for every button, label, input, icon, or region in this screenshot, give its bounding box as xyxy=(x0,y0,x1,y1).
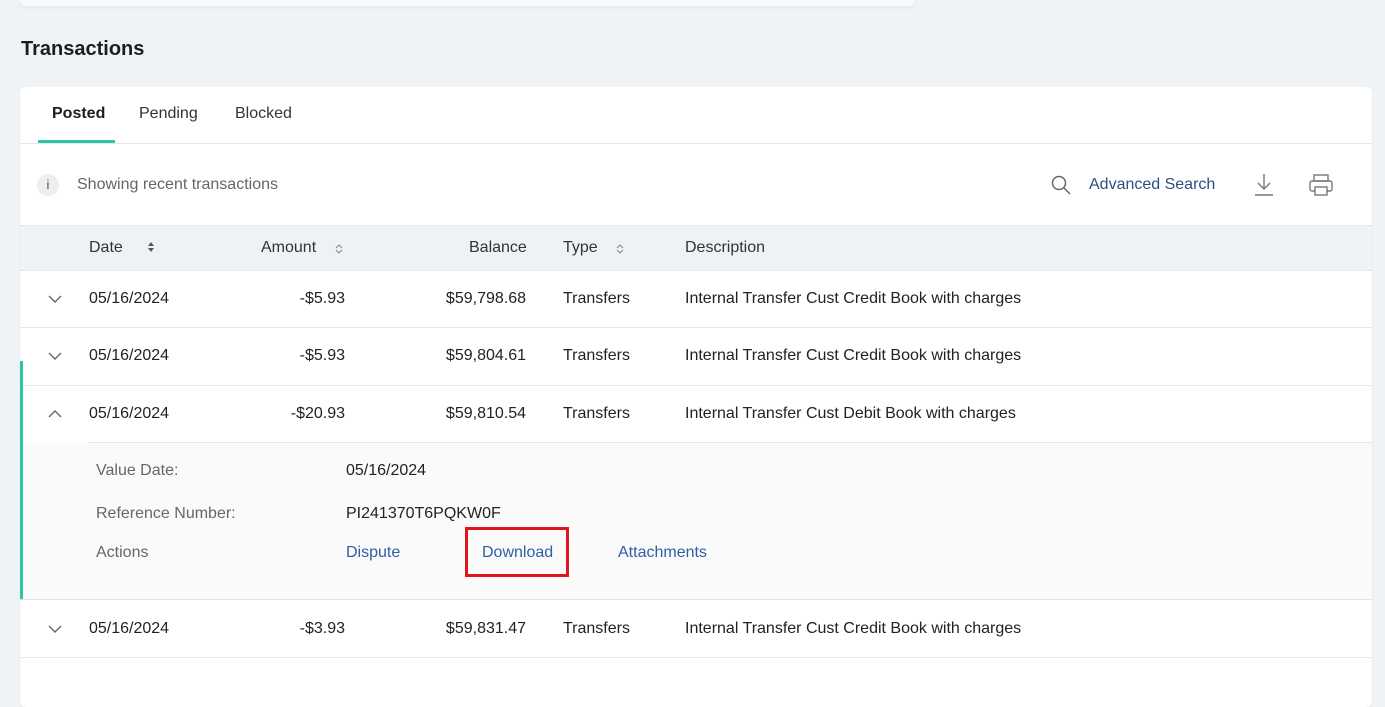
table-row[interactable]: 05/16/2024 -$5.93 $59,798.68 Transfers I… xyxy=(20,270,1372,328)
cell-type: Transfers xyxy=(563,620,630,637)
download-highlight-box xyxy=(465,527,569,577)
cell-description: Internal Transfer Cust Debit Book with c… xyxy=(685,405,1016,422)
search-icon[interactable] xyxy=(1050,174,1072,196)
tab-posted[interactable]: Posted xyxy=(52,105,105,123)
print-icon[interactable] xyxy=(1308,173,1334,197)
previous-card-edge xyxy=(20,0,915,6)
column-header-description: Description xyxy=(685,239,766,256)
transaction-tabs: Posted Pending Blocked xyxy=(20,87,1372,144)
chevron-down-icon[interactable] xyxy=(48,624,62,634)
cell-description: Internal Transfer Cust Credit Book with … xyxy=(685,290,1022,307)
cell-date: 05/16/2024 xyxy=(89,290,170,307)
cell-date: 05/16/2024 xyxy=(89,347,170,364)
column-header-amount[interactable]: Amount xyxy=(261,239,316,257)
transactions-card: Posted Pending Blocked i Showing recent … xyxy=(20,87,1372,707)
cell-amount: -$3.93 xyxy=(299,620,345,637)
chevron-up-icon[interactable] xyxy=(48,409,62,419)
cell-date: 05/16/2024 xyxy=(89,405,170,422)
attachments-link[interactable]: Attachments xyxy=(618,544,707,562)
value-date-label: Value Date: xyxy=(96,462,179,479)
info-bar: i Showing recent transactions Advanced S… xyxy=(20,144,1372,225)
download-icon[interactable] xyxy=(1253,172,1275,198)
cell-type: Transfers xyxy=(563,405,630,422)
cell-type: Transfers xyxy=(563,347,630,364)
info-icon: i xyxy=(37,174,59,196)
table-header: Date Amount Balance Type Description xyxy=(20,225,1372,271)
reference-number-label: Reference Number: xyxy=(96,505,236,522)
active-tab-indicator xyxy=(38,140,115,143)
sort-icon[interactable] xyxy=(616,243,624,255)
table-row[interactable]: 05/16/2024 -$5.93 $59,804.61 Transfers I… xyxy=(20,328,1372,386)
column-header-balance: Balance xyxy=(469,239,527,256)
sort-icon[interactable] xyxy=(335,243,343,255)
cell-balance: $59,810.54 xyxy=(445,405,526,422)
table-row[interactable]: 05/16/2024 -$3.93 $59,831.47 Transfers I… xyxy=(20,600,1372,658)
actions-label: Actions xyxy=(96,544,149,561)
column-header-date[interactable]: Date xyxy=(89,239,123,257)
cell-description: Internal Transfer Cust Credit Book with … xyxy=(685,620,1022,637)
cell-amount: -$5.93 xyxy=(299,347,345,364)
value-date: 05/16/2024 xyxy=(346,462,427,479)
advanced-search-link[interactable]: Advanced Search xyxy=(1089,176,1215,194)
cell-balance: $59,798.68 xyxy=(445,290,526,307)
info-text: Showing recent transactions xyxy=(77,176,278,193)
chevron-down-icon[interactable] xyxy=(48,294,62,304)
expanded-row-accent xyxy=(20,361,23,599)
dispute-link[interactable]: Dispute xyxy=(346,544,400,562)
transaction-detail-panel: Value Date: 05/16/2024 Reference Number:… xyxy=(20,443,1372,600)
page-title: Transactions xyxy=(21,38,145,60)
cell-type: Transfers xyxy=(563,290,630,307)
tab-pending[interactable]: Pending xyxy=(139,105,198,123)
tab-blocked[interactable]: Blocked xyxy=(235,105,292,123)
cell-balance: $59,831.47 xyxy=(445,620,526,637)
table-row-expanded[interactable]: 05/16/2024 -$20.93 $59,810.54 Transfers … xyxy=(20,386,1372,442)
cell-description: Internal Transfer Cust Credit Book with … xyxy=(685,347,1022,364)
cell-amount: -$5.93 xyxy=(299,290,345,307)
cell-balance: $59,804.61 xyxy=(445,347,526,364)
cell-amount: -$20.93 xyxy=(290,405,345,422)
column-header-type[interactable]: Type xyxy=(563,239,598,257)
sort-icon[interactable] xyxy=(147,241,155,253)
cell-date: 05/16/2024 xyxy=(89,620,170,637)
chevron-down-icon[interactable] xyxy=(48,351,62,361)
reference-number: PI241370T6PQKW0F xyxy=(346,505,501,522)
